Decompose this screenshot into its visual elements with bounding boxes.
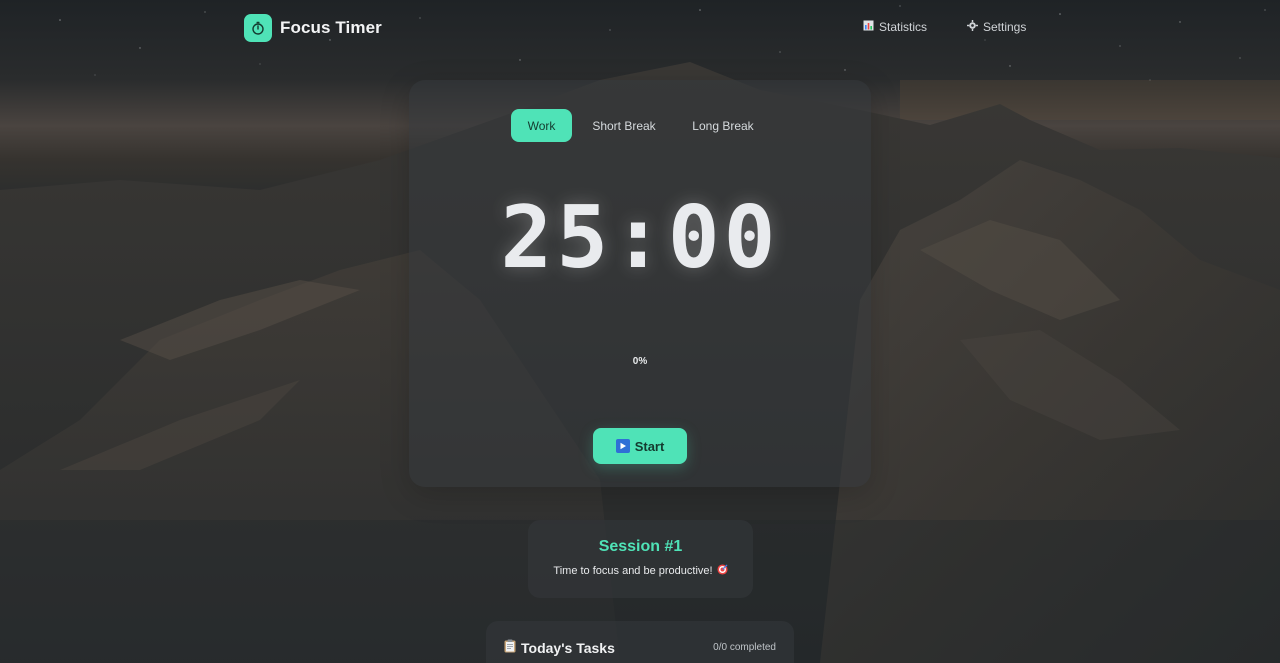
stopwatch-icon [244,14,272,42]
progress-percent: 0% [632,356,648,367]
timer-card: Work Short Break Long Break 25:00 0% Sta… [409,80,871,487]
nav-settings-label: Settings [983,20,1027,34]
start-button[interactable]: Start [593,428,687,464]
nav-statistics-label: Statistics [879,20,928,34]
app-logo[interactable]: Focus Timer [244,14,382,42]
tasks-completed-count: 0/0 completed [713,642,776,653]
app-title: Focus Timer [280,18,382,37]
tab-work[interactable]: Work [511,109,572,142]
target-icon [717,564,728,578]
nav-settings-link[interactable]: Settings [967,20,1026,34]
tasks-title: Today's Tasks [521,639,615,656]
nav-statistics-link[interactable]: Statistics [863,20,927,34]
tasks-card: Today's Tasks 0/0 completed [486,621,794,663]
tasks-header: Today's Tasks [504,639,615,656]
session-card: Session #1 Time to focus and be producti… [528,520,753,598]
start-button-label: Start [634,438,665,454]
session-message: Time to focus and be productive! [553,565,713,577]
play-icon [615,439,630,453]
bar-chart-icon [863,20,874,34]
timer-display: 25:00 [500,188,780,288]
session-message-row: Time to focus and be productive! [528,564,753,578]
tab-short-break[interactable]: Short Break [583,109,665,142]
app-header: Focus Timer Statistics Settings [0,0,1280,56]
gear-icon [967,20,978,34]
tab-long-break[interactable]: Long Break [680,109,766,142]
mode-tabs: Work Short Break Long Break [409,109,871,142]
clipboard-icon [504,639,516,656]
session-title: Session #1 [598,538,683,555]
